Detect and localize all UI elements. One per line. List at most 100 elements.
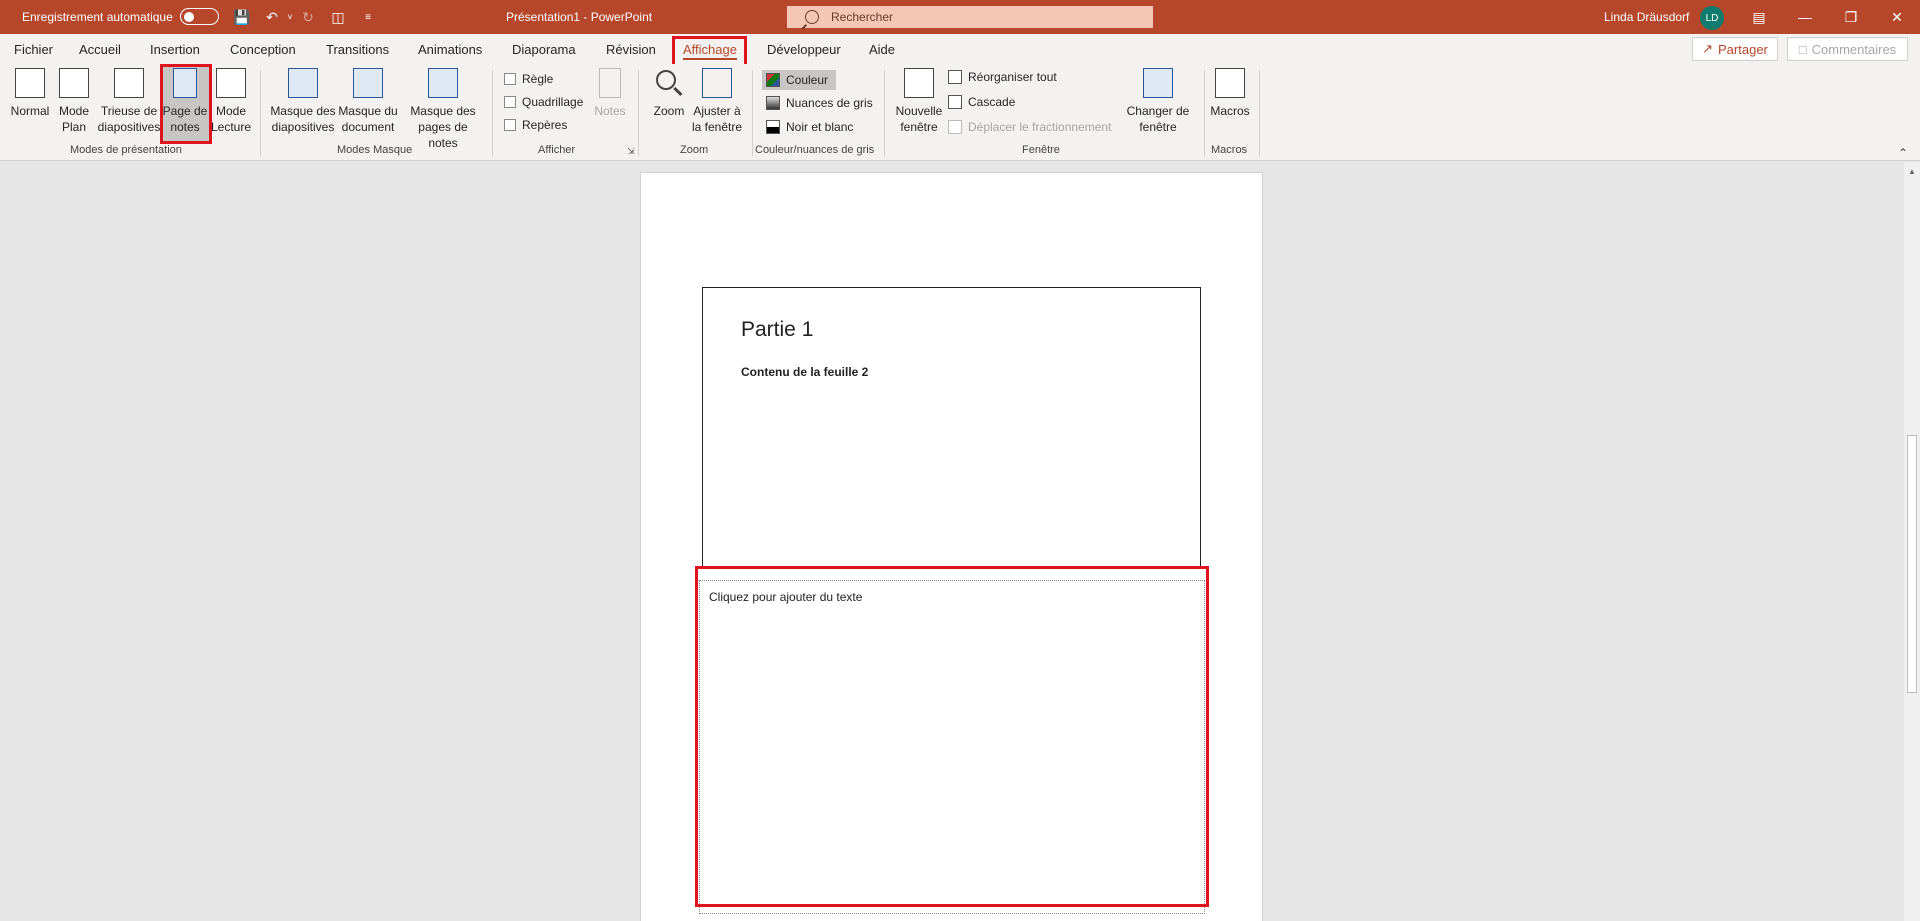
tab-developpeur[interactable]: Développeur <box>767 34 841 64</box>
separator <box>1259 70 1260 156</box>
tab-insertion[interactable]: Insertion <box>150 34 200 64</box>
comment-icon: □ <box>1798 41 1807 57</box>
move-split-icon <box>948 120 962 134</box>
arrange-all-label: Réorganiser tout <box>968 70 1057 84</box>
comments-button[interactable]: □ Commentaires <box>1787 37 1908 61</box>
group-label-macros: Macros <box>1211 144 1248 156</box>
fit-to-window-button[interactable]: Ajuster à la fenêtre <box>689 68 745 135</box>
document-title: Présentation1 - PowerPoint <box>506 10 653 24</box>
close-icon[interactable]: ✕ <box>1874 0 1920 34</box>
guides-check-box[interactable] <box>504 119 516 131</box>
ribbon-tabs: Fichier Accueil Insertion Conception Tra… <box>0 34 1920 64</box>
notes-placeholder-text: Cliquez pour ajouter du texte <box>709 590 863 604</box>
dialog-launcher-icon[interactable]: ⇲ <box>627 146 635 157</box>
comments-label: Commentaires <box>1811 41 1897 57</box>
normal-view-icon <box>15 68 45 98</box>
gridlines-label: Quadrillage <box>522 95 584 109</box>
switch-window-label-1: Changer de <box>1126 104 1190 118</box>
notes-placeholder-box[interactable]: Cliquez pour ajouter du texte <box>699 580 1205 914</box>
new-window-button[interactable]: Nouvelle fenêtre <box>894 68 944 135</box>
restore-icon[interactable]: ❐ <box>1828 0 1874 34</box>
redo-icon[interactable]: ↻ <box>296 0 320 34</box>
notes-page-button[interactable]: Page de notes <box>161 66 209 144</box>
move-split-button[interactable]: Déplacer le fractionnement <box>948 120 1111 134</box>
collapse-ribbon-icon[interactable]: ⌃ <box>1898 146 1908 160</box>
handout-master-icon <box>353 68 383 98</box>
notes-page-label-1: Page de <box>162 104 208 118</box>
notes-master-label-2: pages de notes <box>418 120 468 150</box>
tab-accueil[interactable]: Accueil <box>79 34 121 64</box>
guides-label: Repères <box>522 118 568 132</box>
tab-aide[interactable]: Aide <box>869 34 895 64</box>
move-split-label: Déplacer le fractionnement <box>968 120 1112 134</box>
new-window-label-2: fenêtre <box>900 120 938 134</box>
color-button[interactable]: Couleur <box>762 70 837 90</box>
share-button[interactable]: ↗ Partager <box>1692 37 1778 61</box>
ruler-checkbox[interactable]: Règle <box>504 72 553 86</box>
start-slideshow-icon[interactable]: ◫ <box>326 0 350 34</box>
cascade-icon <box>948 95 962 109</box>
slide-master-button[interactable]: Masque des diapositives <box>268 68 338 135</box>
slide-sorter-button[interactable]: Trieuse de diapositives <box>96 68 162 135</box>
search-input[interactable]: Rechercher <box>787 6 1153 28</box>
save-icon[interactable]: 💾 <box>230 0 254 34</box>
share-label: Partager <box>1718 41 1768 57</box>
reading-view-label-1: Mode <box>215 104 247 118</box>
vertical-scrollbar[interactable]: ▲ <box>1904 162 1920 921</box>
minimize-icon[interactable]: — <box>1782 0 1828 34</box>
scrollbar-thumb[interactable] <box>1907 435 1917 693</box>
scroll-up-icon[interactable]: ▲ <box>1904 164 1920 178</box>
notes-master-label-1: Masque des <box>410 104 476 118</box>
guides-checkbox[interactable]: Repères <box>504 118 567 132</box>
handout-master-button[interactable]: Masque du document <box>337 68 399 135</box>
avatar[interactable]: LD <box>1700 6 1724 30</box>
macros-button[interactable]: Macros <box>1208 68 1252 119</box>
reading-view-button[interactable]: Mode Lecture <box>210 68 252 135</box>
separator <box>492 70 493 156</box>
zoom-button[interactable]: Zoom <box>648 68 690 119</box>
zoom-icon <box>654 68 684 98</box>
search-icon <box>805 10 819 24</box>
customize-qat-icon[interactable]: ≡ <box>356 0 380 34</box>
group-label-afficher: Afficher <box>538 144 576 156</box>
notes-page-icon <box>173 68 197 98</box>
tab-revision[interactable]: Révision <box>606 34 656 64</box>
grayscale-swatch-icon <box>766 96 780 110</box>
grayscale-button[interactable]: Nuances de gris <box>766 96 873 110</box>
ruler-check-box[interactable] <box>504 73 516 85</box>
group-label-couleur: Couleur/nuances de gris <box>755 144 875 156</box>
tab-diaporama[interactable]: Diaporama <box>512 34 576 64</box>
group-label-modes-masque: Modes Masque <box>337 144 413 156</box>
title-bar: Enregistrement automatique 💾 ↶ ˅ ↻ ◫ ≡ P… <box>0 0 1920 34</box>
tab-conception[interactable]: Conception <box>230 34 296 64</box>
separator <box>884 70 885 156</box>
notes-page: Partie 1 Contenu de la feuille 2 Cliquez… <box>640 172 1263 921</box>
gridlines-check-box[interactable] <box>504 96 516 108</box>
notes-master-button[interactable]: Masque des pages de notes <box>402 68 484 151</box>
color-swatch-icon <box>766 73 780 87</box>
ribbon-display-options-icon[interactable]: ▤ <box>1736 0 1782 34</box>
slide-sorter-label-1: Trieuse de <box>100 104 158 118</box>
black-white-button[interactable]: Noir et blanc <box>766 120 853 134</box>
ruler-label: Règle <box>522 72 554 86</box>
ribbon: Normal Mode Plan Trieuse de diapositives… <box>0 64 1920 161</box>
separator <box>638 70 639 156</box>
outline-view-icon <box>59 68 89 98</box>
cascade-label: Cascade <box>968 95 1016 109</box>
tab-fichier[interactable]: Fichier <box>14 34 53 64</box>
switch-window-button[interactable]: Changer de fenêtre <box>1124 68 1192 135</box>
zoom-label: Zoom <box>653 104 685 118</box>
separator <box>752 70 753 156</box>
user-name[interactable]: Linda Dräusdorf <box>1604 0 1689 34</box>
tab-transitions[interactable]: Transitions <box>326 34 389 64</box>
autosave-toggle[interactable] <box>180 8 219 25</box>
notes-button[interactable]: Notes <box>592 68 628 119</box>
normal-view-button[interactable]: Normal <box>8 68 52 119</box>
tab-affichage[interactable]: Affichage <box>683 34 737 64</box>
cascade-button[interactable]: Cascade <box>948 95 1015 109</box>
gridlines-checkbox[interactable]: Quadrillage <box>504 95 583 109</box>
outline-view-button[interactable]: Mode Plan <box>54 68 94 135</box>
arrange-all-button[interactable]: Réorganiser tout <box>948 70 1057 84</box>
tab-animations[interactable]: Animations <box>418 34 482 64</box>
slide-thumbnail[interactable]: Partie 1 Contenu de la feuille 2 <box>702 287 1201 567</box>
